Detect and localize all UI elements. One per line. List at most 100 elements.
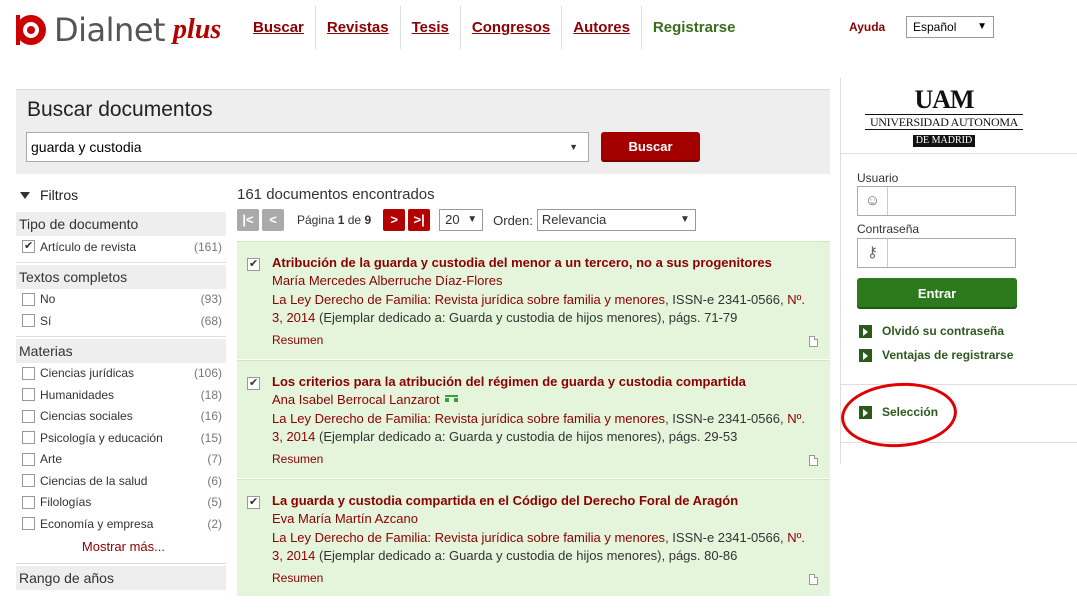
dialnet-logo-icon [16,15,46,45]
document-icon[interactable] [809,455,818,466]
filters-header: Filtros [16,180,226,210]
result-author[interactable]: Ana Isabel Berrocal Lanzarot [272,392,440,407]
result-summary-link[interactable]: Resumen [272,571,323,585]
checkbox[interactable] [22,431,35,445]
institution-city: DE MADRID [912,135,976,147]
result-source: La Ley Derecho de Familia: Revista juríd… [272,292,805,325]
nav-revistas[interactable]: Revistas [316,6,401,49]
checkbox[interactable] [22,388,35,402]
checkbox[interactable] [22,409,35,423]
filter-group-subjects: Materias Ciencias jurídicas (106) Humanid… [16,338,226,564]
result-item: Atribución de la guarda y custodia del m… [237,241,830,359]
filter-option[interactable]: Ciencias jurídicas (106) [16,363,226,385]
result-summary-link[interactable]: Resumen [272,452,323,466]
filter-option[interactable]: No (93) [16,289,226,311]
filter-option[interactable]: Ciencias de la salud (6) [16,470,226,492]
filter-group-title: Materias [16,338,226,363]
result-checkbox[interactable] [247,257,260,271]
user-field[interactable]: ☺ [857,186,1016,216]
user-icon: ☺ [858,187,888,215]
result-journal[interactable]: La Ley Derecho de Familia: Revista juríd… [272,292,665,307]
filter-option[interactable]: Psicología y educación (15) [16,427,226,449]
language-value: Español [913,20,957,34]
nav-tesis[interactable]: Tesis [401,6,461,49]
filter-option[interactable]: Ciencias sociales (16) [16,406,226,428]
forgot-password-link[interactable]: Olvidó su contraseña [859,324,1004,338]
result-title[interactable]: Atribución de la guarda y custodia del m… [272,255,772,270]
filter-option[interactable]: Economía y empresa (2) [16,513,226,535]
language-select[interactable]: Español ▼ [906,16,994,38]
result-author-wrap: Ana Isabel Berrocal Lanzarot [272,392,458,407]
prev-page-icon[interactable]: < [262,209,284,231]
register-benefits-link[interactable]: Ventajas de registrarse [859,348,1013,362]
checkbox[interactable] [22,517,35,531]
dropdown-arrow-icon: ▼ [467,214,478,225]
checkbox[interactable] [22,292,35,306]
results-count: 161 documentos encontrados [237,186,435,203]
password-field[interactable]: ⚷ [857,238,1016,268]
checkbox[interactable] [22,239,35,254]
filter-option[interactable]: Humanidades (18) [16,384,226,406]
document-icon[interactable] [809,574,818,585]
arrow-right-icon [859,348,872,362]
order-label: Orden: [493,212,533,228]
result-checkbox[interactable] [247,495,260,509]
result-source: La Ley Derecho de Familia: Revista juríd… [272,530,805,563]
network-icon[interactable] [444,395,458,403]
nav-buscar[interactable]: Buscar [242,6,316,49]
arrow-right-icon [859,324,872,338]
search-panel: Buscar documentos guarda y custodia ▼ Bu… [16,89,830,174]
filter-option[interactable]: Sí (68) [16,310,226,332]
order-select[interactable]: Relevancia ▼ [536,209,696,231]
checkbox[interactable] [22,495,35,509]
result-journal[interactable]: La Ley Derecho de Familia: Revista juríd… [272,411,665,426]
checkbox[interactable] [22,366,35,380]
brand-name: Dialnet [54,11,166,49]
result-journal[interactable]: La Ley Derecho de Familia: Revista juríd… [272,530,665,545]
filter-group-title: Tipo de documento [16,212,226,236]
nav-registrarse[interactable]: Registrarse [642,6,747,49]
result-title[interactable]: La guarda y custodia compartida en el Có… [272,493,738,508]
result-checkbox[interactable] [247,376,260,390]
search-button[interactable]: Buscar [601,132,700,162]
next-page-icon[interactable]: > [383,209,406,231]
result-author[interactable]: Eva María Martín Azcano [272,511,418,526]
filter-group-title[interactable]: Rango de años [16,565,226,590]
filters-title: Filtros [40,187,79,203]
search-title: Buscar documentos [27,98,213,121]
result-author[interactable]: María Mercedes Alberruche Díaz-Flores [272,273,502,288]
per-page-select[interactable]: 20 ▼ [439,209,484,231]
search-dropdown-icon[interactable]: ▼ [569,133,578,161]
filter-option[interactable]: Arte (7) [16,449,226,471]
dropdown-arrow-icon: ▼ [679,214,690,225]
document-icon[interactable] [809,336,818,347]
divider [841,153,1077,154]
institution-name: UNIVERSIDAD AUTONOMA [865,114,1023,130]
result-item: Los criterios para la atribución del rég… [237,360,830,478]
nav-autores[interactable]: Autores [562,6,642,49]
institution-logo[interactable]: UAM UNIVERSIDAD AUTONOMA DE MADRID [865,86,1023,147]
funnel-icon [20,191,30,199]
pager: |< < Página 1 de 9 > >| 20 ▼ Orden: Rele… [237,209,696,231]
nav-congresos[interactable]: Congresos [461,6,563,49]
checkbox[interactable] [22,474,35,488]
page-info: Página 1 de 9 [297,213,372,227]
filter-option[interactable]: Filologías (5) [16,492,226,514]
key-icon: ⚷ [858,239,888,267]
dialnet-logo[interactable]: Dialnet plus [16,12,221,48]
brand-plus: plus [173,14,222,45]
result-summary-link[interactable]: Resumen [272,333,323,347]
login-button[interactable]: Entrar [857,278,1017,309]
user-label: Usuario [857,171,899,185]
help-link[interactable]: Ayuda [849,20,885,34]
checkbox[interactable] [22,314,35,328]
checkbox[interactable] [22,452,35,466]
search-query: guarda y custodia [31,139,142,155]
search-input[interactable]: guarda y custodia ▼ [26,132,589,162]
show-more-link[interactable]: Mostrar más... [16,535,226,559]
last-page-icon[interactable]: >| [408,209,431,231]
first-page-icon[interactable]: |< [237,209,259,231]
filter-option[interactable]: Artículo de revista (161) [16,236,226,258]
result-title[interactable]: Los criterios para la atribución del rég… [272,374,746,389]
result-item: La guarda y custodia compartida en el Có… [237,479,830,596]
